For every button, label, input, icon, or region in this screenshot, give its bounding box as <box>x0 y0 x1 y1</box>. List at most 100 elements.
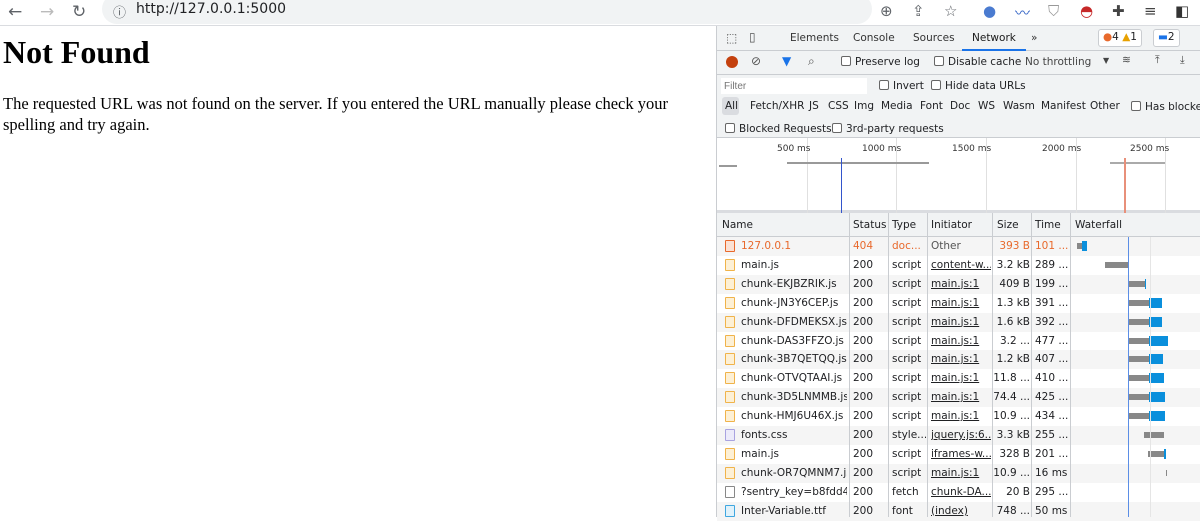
request-type: fetch <box>892 485 919 498</box>
request-name[interactable]: main.js <box>741 448 847 460</box>
request-name[interactable]: chunk-DFDMEKSX.js <box>741 316 847 328</box>
download-icon[interactable]: ⤓ <box>1180 54 1185 67</box>
chevron-down-icon[interactable]: ▼ <box>1103 56 1109 65</box>
request-name[interactable]: chunk-EKJBZRIK.js <box>741 278 847 290</box>
request-initiator[interactable]: main.js:1 <box>931 278 991 290</box>
request-initiator[interactable]: main.js:1 <box>931 297 991 309</box>
tab-network[interactable]: Network <box>962 32 1026 51</box>
type-filter-manifest[interactable]: Manifest <box>1041 100 1086 112</box>
blocked-requests-checkbox[interactable]: Blocked Requests <box>725 123 832 135</box>
request-name[interactable]: chunk-DAS3FFZO.js <box>741 335 847 347</box>
back-icon[interactable]: ← <box>8 2 22 22</box>
request-name[interactable]: 127.0.0.1 <box>741 240 847 252</box>
type-filter-doc[interactable]: Doc <box>950 100 970 112</box>
throttling-select[interactable]: No throttling <box>1025 56 1091 68</box>
request-name[interactable]: chunk-JN3Y6CEP.js <box>741 297 847 309</box>
tab-sources[interactable]: Sources <box>913 32 955 44</box>
request-name[interactable]: chunk-3B7QETQQ.js <box>741 353 847 365</box>
request-name[interactable]: chunk-OR7QMNM7.js <box>741 467 847 479</box>
filter-icon[interactable]: ▼ <box>782 54 791 68</box>
request-type: script <box>892 258 922 271</box>
column-header-size[interactable]: Size <box>997 219 1019 231</box>
request-initiator[interactable]: main.js:1 <box>931 353 991 365</box>
shield-icon[interactable]: ⛉ <box>1048 2 1059 20</box>
tab-elements[interactable]: Elements <box>790 32 839 44</box>
share-icon[interactable]: ⇪ <box>912 2 925 20</box>
forward-icon[interactable]: → <box>40 2 54 22</box>
request-initiator[interactable]: main.js:1 <box>931 410 991 422</box>
request-initiator[interactable]: main.js:1 <box>931 316 991 328</box>
load-marker <box>1124 158 1126 213</box>
request-initiator[interactable]: jquery.js:6... <box>931 429 991 441</box>
request-initiator[interactable]: main.js:1 <box>931 391 991 403</box>
invert-checkbox[interactable]: Invert <box>879 80 924 92</box>
request-name[interactable]: fonts.css <box>741 429 847 441</box>
type-filter-media[interactable]: Media <box>881 100 913 112</box>
request-initiator[interactable]: main.js:1 <box>931 467 991 479</box>
has-blocked-cookies-checkbox[interactable]: Has blocked cookies <box>1131 101 1200 113</box>
type-filter-other[interactable]: Other <box>1090 100 1120 112</box>
clear-icon[interactable]: ⊘ <box>751 54 761 68</box>
info-icon[interactable]: ⓘ <box>113 2 126 21</box>
request-type: style... <box>892 429 926 441</box>
reading-list-icon[interactable]: ≡ <box>1144 2 1157 20</box>
request-time: 101 ... <box>1035 240 1069 252</box>
zoom-icon[interactable]: ⊕ <box>880 2 893 20</box>
warning-count: 1 <box>1130 31 1137 43</box>
extension-wave-icon[interactable]: 〰 <box>1015 2 1030 23</box>
request-initiator[interactable]: chunk-DA... <box>931 486 991 498</box>
type-filter-js[interactable]: JS <box>809 100 819 112</box>
request-initiator[interactable]: iframes-w... <box>931 448 991 460</box>
request-status: 200 <box>853 391 874 404</box>
record-icon[interactable] <box>726 56 738 68</box>
waterfall-wait-bar <box>1129 375 1149 382</box>
request-time: 425 ... <box>1035 391 1069 404</box>
request-initiator[interactable]: content-w... <box>931 259 991 271</box>
type-filter-ws[interactable]: WS <box>978 100 995 112</box>
issues-badge[interactable]: ●4 ▲1 <box>1098 29 1142 47</box>
request-name[interactable]: ?sentry_key=b8fdd4... <box>741 486 847 498</box>
request-name[interactable]: Inter-Variable.ttf <box>741 505 847 517</box>
disable-cache-checkbox[interactable]: Disable cache <box>934 56 1021 68</box>
star-icon[interactable]: ☆ <box>944 2 957 20</box>
column-header-type[interactable]: Type <box>892 219 916 231</box>
third-party-checkbox[interactable]: 3rd-party requests <box>832 123 944 135</box>
type-filter-font[interactable]: Font <box>920 100 943 112</box>
type-filter-fetch-xhr[interactable]: Fetch/XHR <box>750 100 804 112</box>
puzzle-icon[interactable]: ✚ <box>1112 2 1125 20</box>
search-icon[interactable]: ⌕ <box>808 54 815 69</box>
side-panel-icon[interactable]: ◧ <box>1175 2 1189 20</box>
inspect-icon[interactable]: ⬚ <box>726 31 737 45</box>
reload-icon[interactable]: ↻ <box>72 2 86 22</box>
url-text[interactable]: http://127.0.0.1:5000 <box>136 1 286 17</box>
device-toggle-icon[interactable]: ▯ <box>749 30 756 44</box>
messages-badge[interactable]: ▬2 <box>1153 29 1180 47</box>
type-filter-css[interactable]: CSS <box>828 100 849 112</box>
request-name[interactable]: main.js <box>741 259 847 271</box>
column-header-status[interactable]: Status <box>853 219 886 231</box>
type-filter-all[interactable]: All <box>725 100 738 112</box>
extension-icon[interactable]: ● <box>983 2 996 20</box>
column-header-initiator[interactable]: Initiator <box>931 219 972 231</box>
request-name[interactable]: chunk-3D5LNMMB.js <box>741 391 847 403</box>
network-conditions-icon[interactable]: ≋ <box>1122 54 1131 66</box>
pokeball-icon[interactable]: ◓ <box>1080 2 1093 20</box>
column-header-name[interactable]: Name <box>722 219 753 231</box>
type-filter-img[interactable]: Img <box>854 100 874 112</box>
request-name[interactable]: chunk-OTVQTAAI.js <box>741 372 847 384</box>
network-overview[interactable]: 500 ms 1000 ms 1500 ms 2000 ms 2500 ms <box>717 138 1200 213</box>
tab-console[interactable]: Console <box>853 32 895 44</box>
column-header-waterfall[interactable]: Waterfall <box>1075 219 1122 231</box>
waterfall-wait-bar <box>1129 318 1149 325</box>
upload-icon[interactable]: ⤒ <box>1155 54 1160 67</box>
type-filter-wasm[interactable]: Wasm <box>1003 100 1035 112</box>
more-tabs-button[interactable]: » <box>1031 32 1037 44</box>
preserve-log-checkbox[interactable]: Preserve log <box>841 56 920 68</box>
request-name[interactable]: chunk-HMJ6U46X.js <box>741 410 847 422</box>
request-initiator[interactable]: (index) <box>931 505 991 517</box>
request-initiator[interactable]: main.js:1 <box>931 335 991 347</box>
filter-input[interactable] <box>721 78 867 94</box>
hide-data-urls-checkbox[interactable]: Hide data URLs <box>931 80 1026 92</box>
column-header-time[interactable]: Time <box>1035 219 1061 231</box>
request-initiator[interactable]: main.js:1 <box>931 372 991 384</box>
